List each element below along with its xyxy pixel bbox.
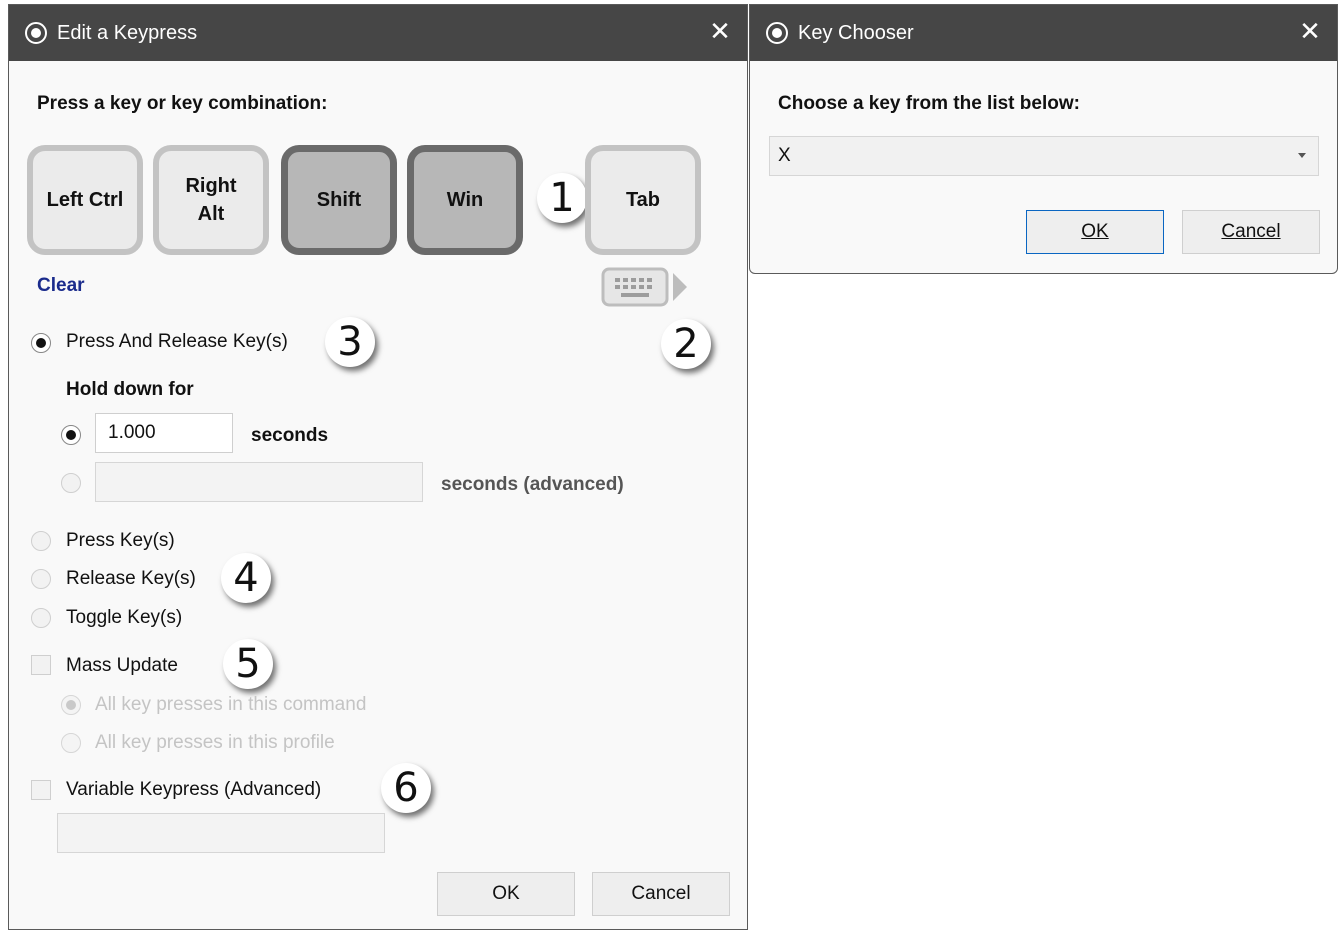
close-icon[interactable]: ✕ xyxy=(1297,18,1323,45)
ok-button[interactable]: OK xyxy=(1026,210,1164,254)
close-icon[interactable]: ✕ xyxy=(707,18,733,45)
clear-link[interactable]: Clear xyxy=(37,275,85,297)
press-keys-radio[interactable] xyxy=(31,531,51,551)
key-right-alt[interactable]: Right Alt xyxy=(153,145,269,255)
toggle-keys-label[interactable]: Toggle Key(s) xyxy=(66,607,182,629)
variable-keypress-label[interactable]: Variable Keypress (Advanced) xyxy=(66,779,321,801)
release-keys-label[interactable]: Release Key(s) xyxy=(66,568,196,590)
hold-down-label: Hold down for xyxy=(66,379,194,400)
key-select[interactable]: X xyxy=(769,136,1319,176)
hold-seconds-input[interactable]: 1.000 xyxy=(95,413,233,453)
cancel-button[interactable]: Cancel xyxy=(592,872,730,916)
key-prompt: Press a key or key combination: xyxy=(37,93,328,114)
variable-keypress-checkbox[interactable] xyxy=(31,780,51,800)
release-keys-radio[interactable] xyxy=(31,569,51,589)
callout-6: 6 xyxy=(381,763,431,813)
app-icon xyxy=(25,22,47,44)
all-profile-radio[interactable] xyxy=(61,733,81,753)
all-command-radio[interactable] xyxy=(61,695,81,715)
mass-update-checkbox[interactable] xyxy=(31,655,51,675)
callout-5: 5 xyxy=(223,639,273,689)
advanced-seconds-input[interactable] xyxy=(95,462,423,502)
key-win[interactable]: Win xyxy=(407,145,523,255)
callout-3: 3 xyxy=(325,317,375,367)
dialog-title: Edit a Keypress xyxy=(57,21,198,44)
callout-1: 1 xyxy=(537,173,587,223)
app-icon xyxy=(766,22,788,44)
key-label: Win xyxy=(446,189,484,211)
press-release-label[interactable]: Press And Release Key(s) xyxy=(66,331,288,353)
keyboard-icon[interactable] xyxy=(601,265,693,309)
ok-label: OK xyxy=(1081,221,1109,242)
hold-seconds-radio[interactable] xyxy=(61,425,81,445)
chevron-down-icon xyxy=(1298,153,1306,158)
callout-2: 2 xyxy=(661,319,711,369)
ok-button[interactable]: OK xyxy=(437,872,575,916)
key-label: Right Alt xyxy=(185,175,237,225)
title-bar[interactable]: Edit a Keypress ✕ xyxy=(9,5,747,61)
edit-keypress-dialog: Edit a Keypress ✕ Press a key or key com… xyxy=(8,4,748,930)
seconds-advanced-label: seconds (advanced) xyxy=(441,474,624,495)
dialog-title: Key Chooser xyxy=(798,21,914,44)
advanced-seconds-radio[interactable] xyxy=(61,473,81,493)
title-bar[interactable]: Key Chooser ✕ xyxy=(750,5,1337,61)
seconds-label: seconds xyxy=(251,425,329,446)
cancel-button[interactable]: Cancel xyxy=(1182,210,1320,254)
all-command-label[interactable]: All key presses in this command xyxy=(95,694,366,716)
chooser-prompt: Choose a key from the list below: xyxy=(778,93,1080,114)
key-left-ctrl[interactable]: Left Ctrl xyxy=(27,145,143,255)
key-label: Shift xyxy=(316,189,362,211)
callout-4: 4 xyxy=(221,553,271,603)
press-keys-label[interactable]: Press Key(s) xyxy=(66,530,175,552)
press-release-radio[interactable] xyxy=(31,333,51,353)
mass-update-label[interactable]: Mass Update xyxy=(66,655,178,677)
key-select-value: X xyxy=(778,145,791,166)
key-label: Tab xyxy=(625,189,661,211)
key-chooser-dialog: Key Chooser ✕ Choose a key from the list… xyxy=(749,4,1338,274)
key-label: Left Ctrl xyxy=(46,189,124,211)
cancel-label: Cancel xyxy=(1221,221,1281,242)
all-profile-label[interactable]: All key presses in this profile xyxy=(95,732,335,754)
key-shift[interactable]: Shift xyxy=(281,145,397,255)
toggle-keys-radio[interactable] xyxy=(31,608,51,628)
variable-keypress-input[interactable] xyxy=(57,813,385,853)
key-tab[interactable]: Tab xyxy=(585,145,701,255)
